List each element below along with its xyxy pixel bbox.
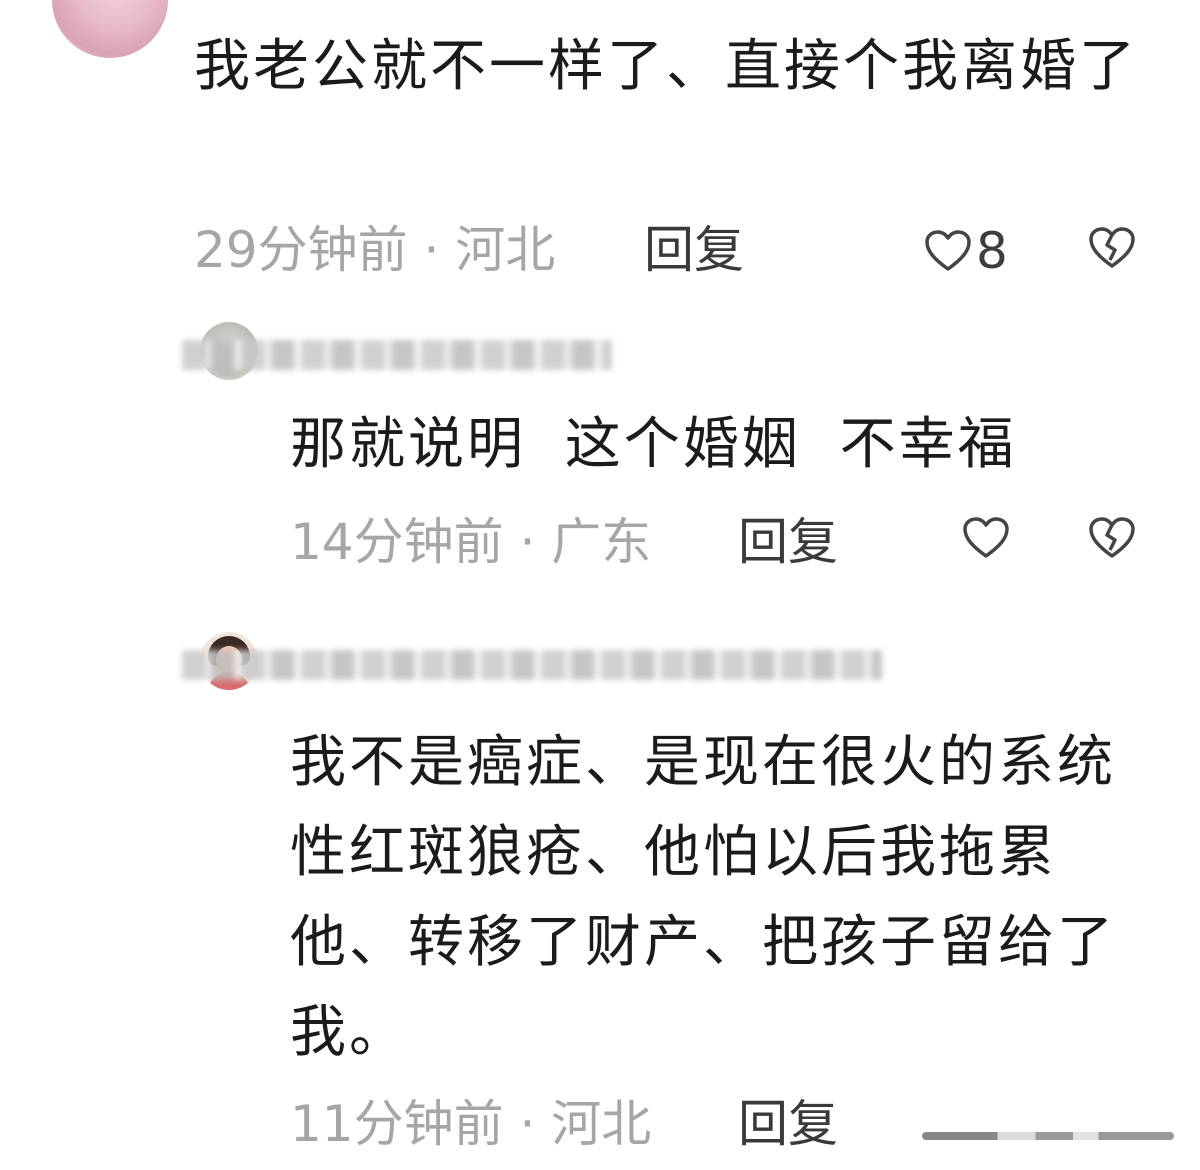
reply-button[interactable]: 回复 (738, 1094, 838, 1154)
heart-outline-icon (963, 517, 1009, 558)
reply-button[interactable]: 回复 (644, 220, 744, 280)
avatar[interactable] (52, 0, 168, 58)
heart-outline-icon (925, 230, 971, 271)
comment-text: 我老公就不一样了、直接个我离婚了 (194, 34, 1138, 99)
comment-timestamp-location: 11分钟前 · 河北 (290, 1095, 652, 1153)
like-button[interactable]: 8 (924, 226, 1008, 276)
blurred-username (182, 650, 882, 680)
comment-text: 我不是癌症、是现在很火的系统性红斑狼疮、他怕以后我拖累他、转移了财产、把孩子留给… (290, 730, 1116, 1065)
like-button[interactable] (962, 516, 1010, 560)
dislike-button[interactable] (1088, 226, 1136, 274)
broken-heart-icon (1089, 227, 1135, 268)
comment-timestamp-location: 29分钟前 · 河北 (194, 221, 556, 279)
comment-text: 那就说明 这个婚姻 不幸福 (290, 412, 1017, 477)
dislike-button[interactable] (1088, 516, 1136, 564)
comment-timestamp-location: 14分钟前 · 广东 (290, 513, 652, 571)
blurred-username (182, 340, 612, 370)
broken-heart-icon (1089, 517, 1135, 558)
like-count: 8 (976, 222, 1008, 280)
reply-button[interactable]: 回复 (738, 512, 838, 572)
watermark-scribble (922, 1132, 1174, 1140)
